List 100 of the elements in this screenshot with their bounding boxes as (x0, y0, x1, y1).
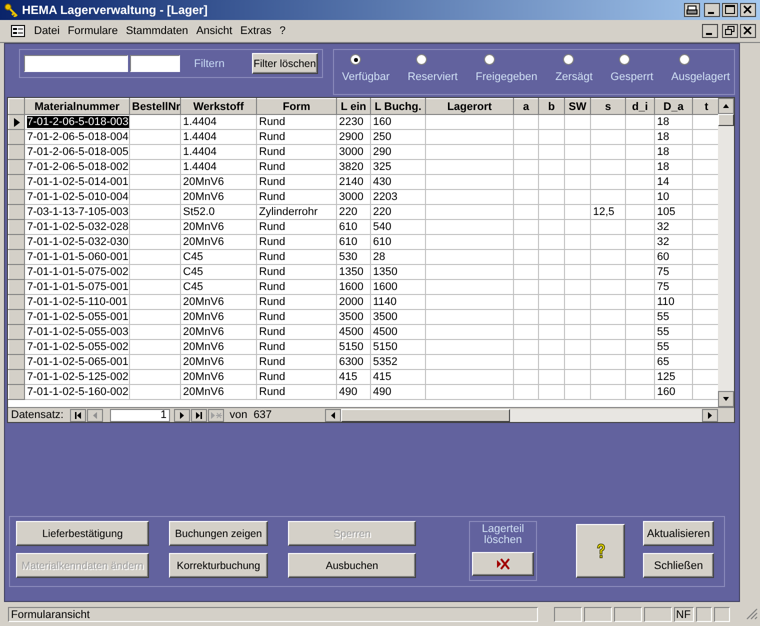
table-cell (564, 234, 590, 250)
table-cell: C45 (180, 280, 256, 294)
column-header[interactable]: D_a (654, 98, 692, 114)
table-cell: Rund (256, 264, 336, 280)
scroll-right-icon[interactable] (702, 408, 718, 422)
table-cell: 20MnV6 (180, 234, 256, 250)
scroll-thumb[interactable] (718, 114, 734, 126)
table-cell (538, 174, 564, 190)
table-cell: 32 (654, 234, 692, 250)
table-cell: 1140 (370, 294, 426, 310)
table-cell: 7-01-2-06-5-018-004 (24, 130, 130, 144)
radio-button[interactable] (416, 54, 427, 65)
scroll-up-icon[interactable] (718, 98, 734, 114)
minimize-icon[interactable] (702, 24, 718, 38)
table-cell (692, 294, 718, 310)
column-header[interactable]: b (538, 98, 564, 114)
table-cell: Rund (256, 160, 336, 174)
row-selector[interactable] (8, 114, 24, 130)
close-icon[interactable] (740, 3, 756, 17)
vertical-scrollbar[interactable] (718, 98, 734, 407)
side-button[interactable]: Schließen (643, 553, 714, 578)
table-cell: 1350 (336, 264, 370, 280)
menu-item[interactable]: Stammdaten (126, 25, 188, 37)
horizontal-scrollbar[interactable] (324, 408, 718, 422)
menu-item[interactable]: Datei (34, 25, 60, 37)
table-cell: 415 (370, 370, 426, 384)
table-cell: 2140 (336, 174, 370, 190)
restore-icon[interactable] (722, 24, 738, 38)
table-cell: 18 (654, 130, 692, 144)
action-button[interactable]: Korrekturbuchung (169, 553, 268, 578)
table-cell (130, 114, 180, 130)
table-cell: 220 (336, 204, 370, 220)
filter-field[interactable] (24, 55, 128, 72)
scroll-left-icon[interactable] (324, 408, 341, 422)
column-header[interactable]: SW (564, 98, 590, 114)
table-cell (564, 280, 590, 294)
table-cell (626, 234, 654, 250)
table-cell (130, 384, 180, 400)
form-icon[interactable] (10, 24, 26, 38)
table-cell (590, 130, 626, 144)
help-button[interactable] (576, 524, 625, 578)
table-cell (538, 370, 564, 384)
radio-button[interactable] (350, 54, 361, 65)
print-icon[interactable] (684, 3, 700, 17)
column-header[interactable]: a (514, 98, 538, 114)
table-cell (514, 370, 538, 384)
radio-button[interactable] (679, 54, 690, 65)
side-button[interactable]: Aktualisieren (643, 521, 714, 546)
menu-item[interactable]: Extras (240, 25, 272, 37)
menu-item[interactable]: Ansicht (196, 25, 232, 37)
table-cell (538, 280, 564, 294)
column-header[interactable]: s (590, 98, 626, 114)
table-cell: 290 (370, 144, 426, 160)
table-cell: Rund (256, 324, 336, 340)
first-record-icon[interactable] (70, 408, 86, 422)
column-header[interactable]: t (692, 98, 718, 114)
close-icon[interactable] (740, 24, 756, 38)
table-cell: 7-01-1-02-5-055-003 (24, 324, 130, 340)
clear-filter-button[interactable]: Filter löschen (252, 53, 318, 74)
table-cell (564, 144, 590, 160)
minimize-icon[interactable] (704, 3, 720, 17)
scroll-down-icon[interactable] (718, 391, 734, 407)
delete-button[interactable] (472, 552, 534, 576)
table-cell (590, 370, 626, 384)
table-cell (130, 354, 180, 370)
column-header[interactable]: Materialnummer (24, 98, 130, 114)
maximize-icon[interactable] (722, 3, 738, 17)
resize-grip-icon[interactable] (746, 608, 758, 620)
table-cell (692, 264, 718, 280)
filter-field[interactable] (130, 55, 180, 72)
table-cell (626, 264, 654, 280)
column-header[interactable]: L Buchg. (370, 98, 426, 114)
column-header[interactable]: L ein (336, 98, 370, 114)
radio-button[interactable] (563, 54, 574, 65)
table-cell: 3500 (370, 310, 426, 324)
radio-label: Gesperrt (610, 71, 654, 83)
action-button[interactable]: Buchungen zeigen (169, 521, 268, 546)
action-button[interactable]: Lieferbestätigung (16, 521, 149, 546)
menu-item[interactable]: ? (279, 25, 286, 37)
table-cell: 160 (654, 384, 692, 400)
column-header[interactable]: Lagerort (426, 98, 514, 114)
radio-button[interactable] (618, 54, 630, 65)
radio-label: Freigegeben (476, 71, 538, 83)
record-field[interactable]: 1 (110, 408, 170, 422)
column-header[interactable]: Form (256, 98, 336, 114)
status-pane (714, 606, 730, 622)
table-cell: Rund (256, 190, 336, 204)
menu-item[interactable]: Formulare (68, 25, 118, 37)
table-cell (514, 220, 538, 234)
table-cell: 530 (336, 250, 370, 264)
last-record-icon[interactable] (190, 408, 207, 422)
next-record-icon[interactable] (174, 408, 190, 422)
table-cell (564, 220, 590, 234)
table-cell: 490 (370, 384, 426, 400)
column-header[interactable]: d_i (626, 98, 654, 114)
radio-button[interactable] (484, 54, 495, 65)
column-header[interactable]: Werkstoff (180, 98, 256, 114)
scroll-thumb[interactable] (340, 408, 510, 422)
table-cell: 20MnV6 (180, 324, 256, 340)
action-button[interactable]: Ausbuchen (288, 553, 416, 578)
